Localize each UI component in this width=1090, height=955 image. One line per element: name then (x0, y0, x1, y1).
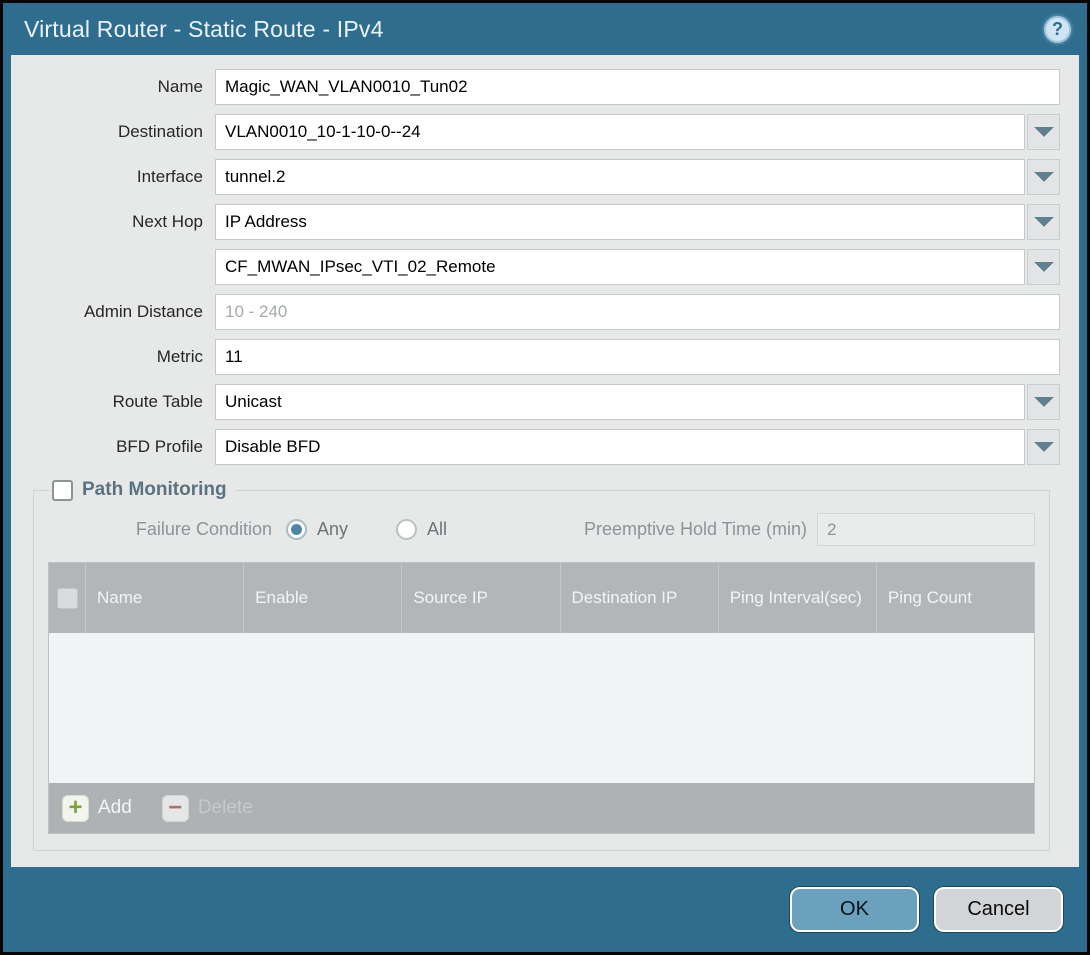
route-table-dropdown-button[interactable] (1027, 384, 1060, 420)
chevron-down-icon (1034, 262, 1054, 272)
name-input[interactable] (215, 69, 1060, 105)
dialog-window: Virtual Router - Static Route - IPv4 ? N… (0, 0, 1090, 955)
column-header-destination-ip[interactable]: Destination IP (561, 563, 719, 633)
destination-dropdown-button[interactable] (1027, 114, 1060, 150)
select-all-header-cell (49, 563, 86, 633)
delete-button[interactable]: − Delete (162, 795, 253, 822)
chevron-down-icon (1034, 217, 1054, 227)
next-hop-type-input[interactable] (215, 204, 1025, 240)
metric-input[interactable] (215, 339, 1060, 375)
interface-dropdown-button[interactable] (1027, 159, 1060, 195)
plus-icon: + (62, 795, 89, 822)
chevron-down-icon (1034, 172, 1054, 182)
next-hop-address-input[interactable] (215, 249, 1025, 285)
add-button-label: Add (98, 797, 132, 819)
column-header-ping-interval[interactable]: Ping Interval(sec) (719, 563, 877, 633)
preemptive-hold-time-label: Preemptive Hold Time (min) (584, 519, 817, 540)
bfd-profile-dropdown-button[interactable] (1027, 429, 1060, 465)
column-header-enable[interactable]: Enable (244, 563, 402, 633)
interface-label: Interface (25, 167, 215, 187)
form-row-interface: Interface (25, 159, 1060, 195)
column-header-name[interactable]: Name (86, 563, 244, 633)
admin-distance-label: Admin Distance (25, 302, 215, 322)
radio-all-icon[interactable] (396, 519, 417, 540)
name-label: Name (25, 77, 215, 97)
dialog-content: Name Destination Interface (11, 55, 1079, 867)
next-hop-type-dropdown-button[interactable] (1027, 204, 1060, 240)
column-header-ping-count[interactable]: Ping Count (877, 563, 1034, 633)
form-row-bfd-profile: BFD Profile (25, 429, 1060, 465)
radio-any-icon[interactable] (286, 519, 307, 540)
path-monitoring-table-toolbar: + Add − Delete (49, 783, 1034, 833)
chevron-down-icon (1034, 127, 1054, 137)
path-monitoring-checkbox[interactable] (52, 480, 73, 501)
path-monitoring-options-row: Failure Condition Any All Preemptive Hol… (48, 513, 1035, 546)
dialog-footer: OK Cancel (3, 867, 1087, 952)
form-row-metric: Metric (25, 339, 1060, 375)
path-monitoring-legend: Path Monitoring (50, 479, 235, 501)
failure-condition-any-option[interactable]: Any (286, 519, 348, 540)
failure-condition-label: Failure Condition (48, 519, 286, 540)
interface-input[interactable] (215, 159, 1025, 195)
minus-icon: − (162, 795, 189, 822)
cancel-button[interactable]: Cancel (934, 887, 1063, 932)
metric-label: Metric (25, 347, 215, 367)
path-monitoring-table-header: Name Enable Source IP Destination IP Pin… (49, 563, 1034, 633)
failure-condition-all-option[interactable]: All (396, 519, 447, 540)
ok-button[interactable]: OK (790, 887, 919, 932)
bfd-profile-input[interactable] (215, 429, 1025, 465)
help-icon[interactable]: ? (1044, 16, 1071, 43)
radio-all-label: All (427, 519, 447, 540)
chevron-down-icon (1034, 397, 1054, 407)
next-hop-label: Next Hop (25, 212, 215, 232)
titlebar: Virtual Router - Static Route - IPv4 ? (3, 3, 1087, 55)
path-monitoring-title: Path Monitoring (82, 479, 227, 501)
form-row-destination: Destination (25, 114, 1060, 150)
path-monitoring-table: Name Enable Source IP Destination IP Pin… (48, 562, 1035, 834)
form-row-name: Name (25, 69, 1060, 105)
static-route-dialog: Virtual Router - Static Route - IPv4 ? N… (3, 3, 1087, 952)
form-row-next-hop-address (25, 249, 1060, 285)
path-monitoring-section: Path Monitoring Failure Condition Any Al… (33, 479, 1050, 851)
radio-any-label: Any (317, 519, 348, 540)
add-button[interactable]: + Add (62, 795, 132, 822)
route-table-label: Route Table (25, 392, 215, 412)
dialog-title: Virtual Router - Static Route - IPv4 (24, 16, 384, 43)
destination-label: Destination (25, 122, 215, 142)
route-table-input[interactable] (215, 384, 1025, 420)
path-monitoring-table-body (49, 633, 1034, 783)
column-header-source-ip[interactable]: Source IP (402, 563, 560, 633)
chevron-down-icon (1034, 442, 1054, 452)
form-row-next-hop: Next Hop (25, 204, 1060, 240)
preemptive-hold-time-input[interactable] (817, 513, 1035, 546)
form-row-route-table: Route Table (25, 384, 1060, 420)
form-row-admin-distance: Admin Distance (25, 294, 1060, 330)
next-hop-address-dropdown-button[interactable] (1027, 249, 1060, 285)
bfd-profile-label: BFD Profile (25, 437, 215, 457)
destination-input[interactable] (215, 114, 1025, 150)
delete-button-label: Delete (198, 797, 253, 819)
admin-distance-input[interactable] (215, 294, 1060, 330)
select-all-checkbox[interactable] (57, 588, 78, 609)
